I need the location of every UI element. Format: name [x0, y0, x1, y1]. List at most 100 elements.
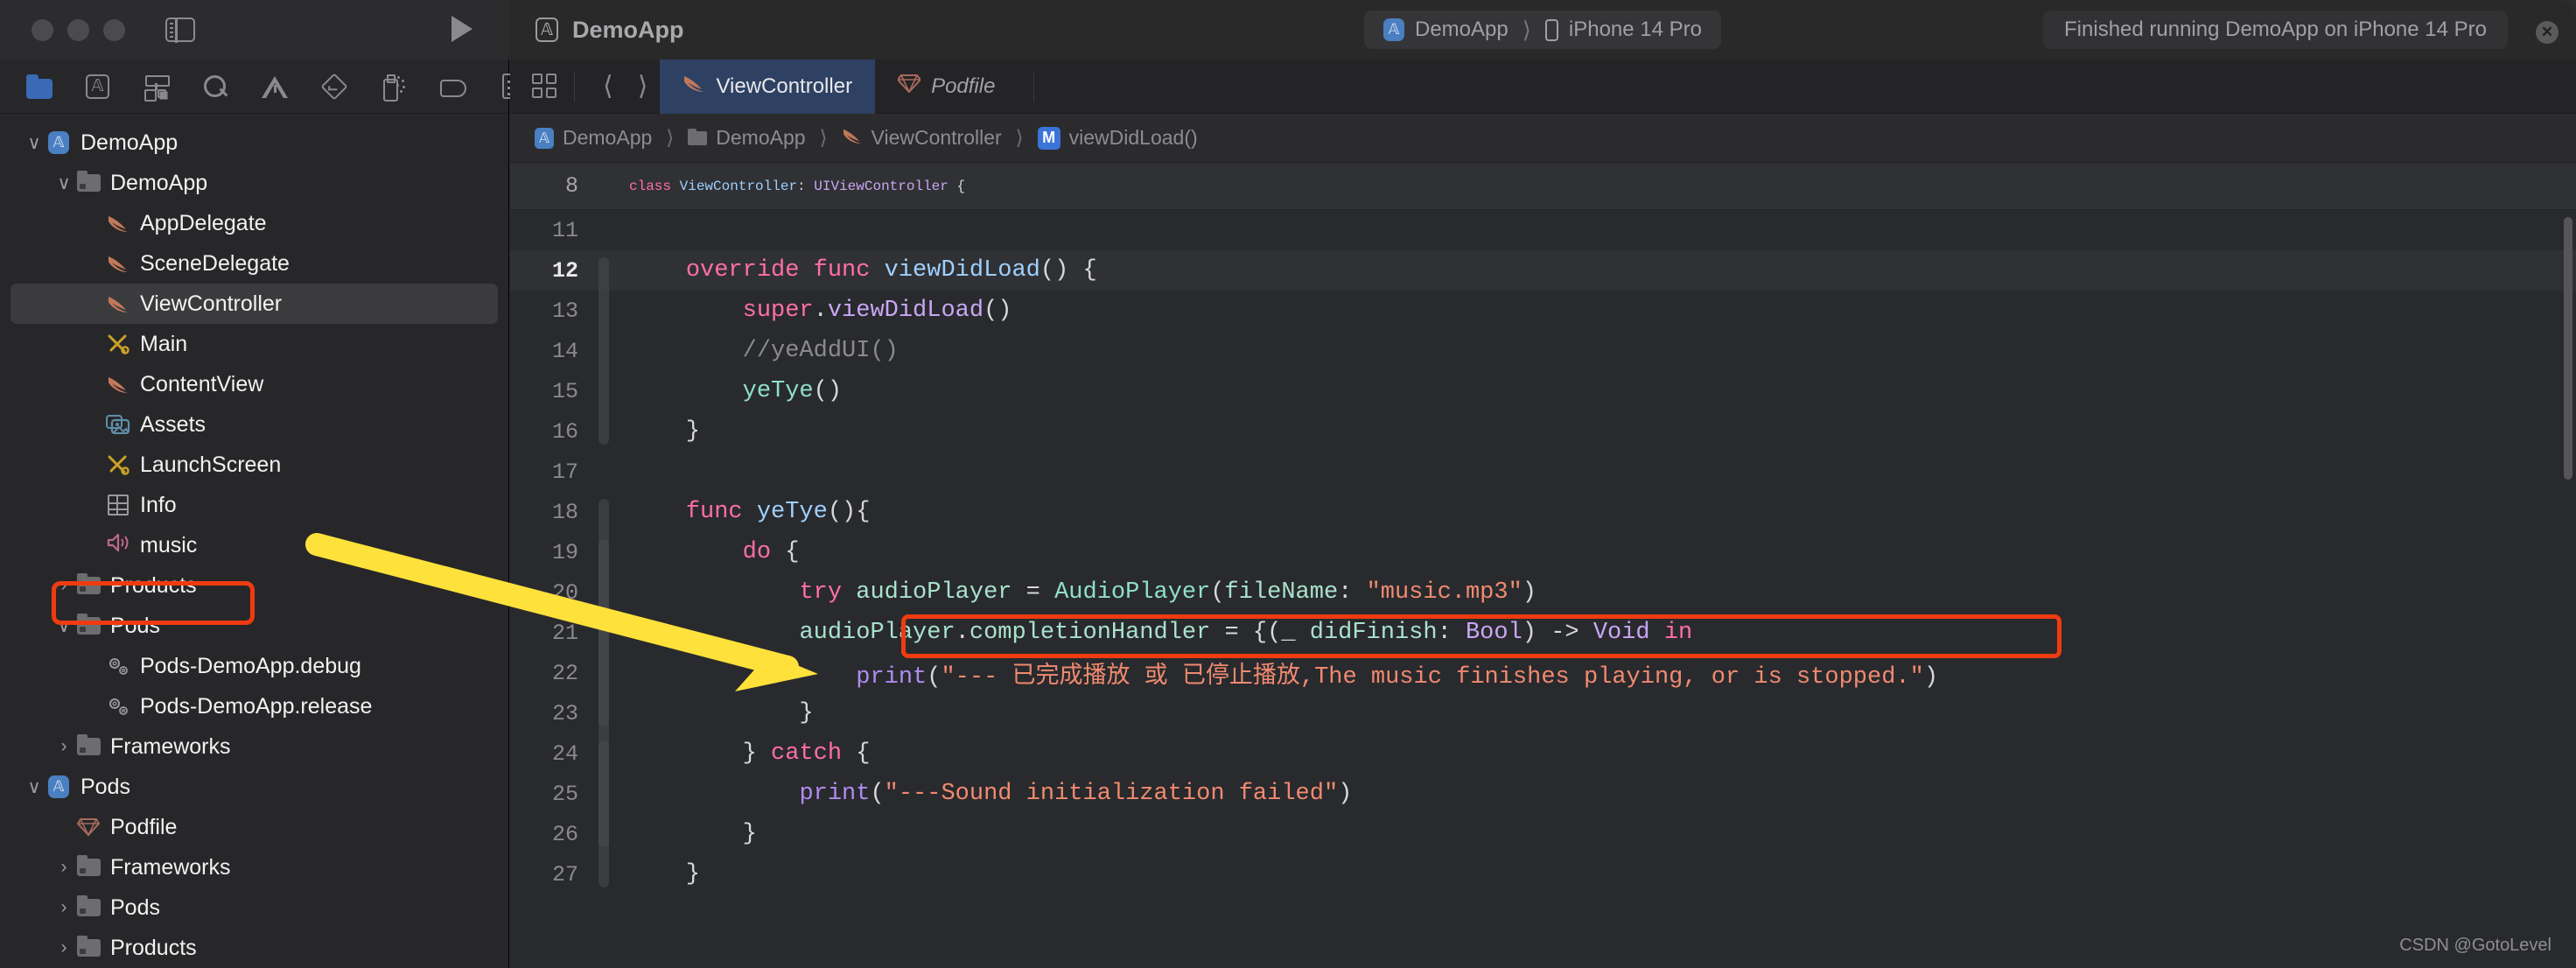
- file-tree-row[interactable]: SceneDelegate: [10, 243, 498, 284]
- code-fold-ribbon[interactable]: [598, 740, 609, 847]
- file-tree-row[interactable]: › Products: [10, 565, 498, 606]
- close-window-button[interactable]: [32, 18, 53, 41]
- folder-icon: [76, 614, 101, 635]
- file-tree-row[interactable]: › Pods: [10, 887, 498, 928]
- chevron-right-icon: ⟩: [1015, 126, 1024, 149]
- line-number: 21: [551, 620, 578, 646]
- project-navigator-icon[interactable]: [26, 74, 52, 99]
- folder-icon: [688, 128, 708, 145]
- code-line[interactable]: 16 }: [510, 411, 2576, 452]
- code-line[interactable]: 25 print("---Sound initialization failed…: [510, 774, 2576, 814]
- minimize-window-button[interactable]: [67, 18, 89, 41]
- debug-navigator-icon[interactable]: [381, 74, 407, 102]
- file-tree-row[interactable]: Pods-DemoApp.release: [10, 686, 498, 726]
- code-line[interactable]: 17: [510, 452, 2576, 492]
- source-control-navigator-icon[interactable]: 𝔸: [86, 74, 109, 99]
- chevron-down-icon[interactable]: ∨: [52, 615, 75, 637]
- folder-icon: [76, 855, 101, 876]
- code-fold-ribbon[interactable]: [598, 257, 609, 445]
- go-back-icon[interactable]: ⟨: [591, 71, 626, 102]
- file-icon-wrap: [105, 656, 131, 677]
- file-tree-row[interactable]: › Products: [10, 928, 498, 968]
- issue-navigator-icon[interactable]: [262, 74, 288, 100]
- chevron-right-icon[interactable]: ›: [52, 857, 75, 878]
- code-line[interactable]: 22 print("--- 已完成播放 或 已停止播放,The music fi…: [510, 653, 2576, 693]
- chevron-right-icon[interactable]: ›: [52, 736, 75, 757]
- code-line-text: try audioPlayer = AudioPlayer(fileName: …: [799, 579, 1536, 606]
- breadcrumb: 𝔸 DemoApp ⟩ DemoApp ⟩ ViewController ⟩ M…: [510, 114, 2576, 163]
- file-tree-row[interactable]: ∨ 𝔸 Pods: [10, 767, 498, 807]
- file-tree-row[interactable]: ViewController: [10, 284, 498, 324]
- hierarchy-navigator-icon[interactable]: [143, 74, 170, 102]
- chevron-right-icon[interactable]: ›: [52, 937, 75, 958]
- file-tree-row[interactable]: Pods-DemoApp.debug: [10, 646, 498, 686]
- file-tree-row[interactable]: ContentView: [10, 364, 498, 404]
- code-line[interactable]: 11: [510, 210, 2576, 250]
- code-line[interactable]: 27 }: [510, 854, 2576, 894]
- file-tree-row[interactable]: LaunchScreen: [10, 445, 498, 485]
- file-tree-row[interactable]: ∨ Pods: [10, 606, 498, 646]
- file-tree-row[interactable]: music: [10, 525, 498, 565]
- source-editor: ⟨ ⟩ ViewController Podfile 𝔸 DemoApp ⟩ D…: [510, 59, 2576, 968]
- chevron-down-icon[interactable]: ∨: [23, 776, 46, 798]
- swift-icon: [107, 375, 130, 394]
- go-forward-icon[interactable]: ⟩: [626, 71, 661, 102]
- app-title-group: 𝔸 DemoApp: [536, 17, 684, 44]
- title-bar: 𝔸 DemoApp 𝔸 DemoApp ⟩ iPhone 14 Pro Fini…: [0, 0, 2576, 60]
- ruby-icon: [76, 817, 101, 837]
- code-line[interactable]: 19 do {: [510, 532, 2576, 572]
- status-close-icon[interactable]: ✕: [2536, 21, 2558, 44]
- breadcrumb-item-1[interactable]: DemoApp: [716, 126, 805, 150]
- tab-podfile[interactable]: Podfile: [875, 60, 1018, 114]
- code-line[interactable]: 21 audioPlayer.completionHandler = {(_ d…: [510, 613, 2576, 653]
- vertical-scrollbar[interactable]: [2564, 217, 2572, 480]
- code-line[interactable]: 18 func yeTye(){: [510, 492, 2576, 532]
- breakpoint-navigator-icon[interactable]: [440, 80, 466, 97]
- folder-icon: [76, 936, 101, 957]
- code-fold-ribbon[interactable]: [598, 539, 609, 726]
- code-line[interactable]: 12 override func viewDidLoad() {: [510, 250, 2576, 291]
- breadcrumb-item-3[interactable]: viewDidLoad(): [1069, 126, 1198, 150]
- chevron-right-icon[interactable]: ›: [52, 897, 75, 918]
- chevron-right-icon[interactable]: ›: [52, 575, 75, 596]
- file-tree-row[interactable]: › Frameworks: [10, 726, 498, 767]
- file-icon-wrap: [105, 415, 131, 435]
- run-button[interactable]: [452, 16, 472, 42]
- chevron-down-icon[interactable]: ∨: [23, 132, 46, 154]
- breadcrumb-item-2[interactable]: ViewController: [872, 126, 1002, 150]
- scheme-selector[interactable]: 𝔸 DemoApp ⟩ iPhone 14 Pro: [1364, 11, 1721, 49]
- code-line[interactable]: 14 //yeAddUI(): [510, 331, 2576, 371]
- code-line[interactable]: 13 super.viewDidLoad(): [510, 291, 2576, 331]
- file-tree-row[interactable]: Info: [10, 485, 498, 525]
- chevron-down-icon[interactable]: ∨: [52, 172, 75, 194]
- activity-status-bar[interactable]: Finished running DemoApp on iPhone 14 Pr…: [2043, 11, 2508, 49]
- find-navigator-icon[interactable]: [202, 74, 228, 100]
- zoom-window-button[interactable]: [103, 18, 125, 41]
- file-tree-row[interactable]: AppDelegate: [10, 203, 498, 243]
- folder-icon: [76, 895, 101, 916]
- editor-options-icon[interactable]: [532, 73, 558, 100]
- code-line[interactable]: 20 try audioPlayer = AudioPlayer(fileNam…: [510, 572, 2576, 613]
- code-lines-container[interactable]: 10 var audioPlayer : AudioPlayer!1112 ov…: [510, 163, 2576, 968]
- file-tree-label: Frameworks: [110, 733, 231, 759]
- file-tree-row[interactable]: ∨ 𝔸 DemoApp: [10, 123, 498, 163]
- sidebar-toggle-icon[interactable]: [165, 17, 195, 43]
- file-tree-row[interactable]: Main: [10, 324, 498, 364]
- file-tree-row[interactable]: ∨ DemoApp: [10, 163, 498, 203]
- code-line[interactable]: 26 }: [510, 814, 2576, 854]
- file-icon-wrap: [105, 254, 131, 273]
- line-number: 23: [551, 700, 578, 726]
- file-tree-row[interactable]: Assets: [10, 404, 498, 445]
- xcodeproj-icon: 𝔸: [536, 18, 558, 42]
- code-line-text: audioPlayer.completionHandler = {(_ didF…: [799, 620, 1693, 646]
- code-line[interactable]: 15 yeTye(): [510, 371, 2576, 411]
- tab-view-controller[interactable]: ViewController: [660, 59, 876, 114]
- line-number: 25: [551, 781, 578, 807]
- file-tree-row[interactable]: › Frameworks: [10, 847, 498, 887]
- code-line[interactable]: 23 }: [510, 693, 2576, 733]
- code-line[interactable]: 24 } catch {: [510, 733, 2576, 774]
- file-tree-row[interactable]: Podfile: [10, 807, 498, 847]
- test-navigator-icon[interactable]: [320, 72, 348, 101]
- breadcrumb-item-0[interactable]: DemoApp: [563, 126, 652, 150]
- code-line-text: }: [629, 418, 701, 445]
